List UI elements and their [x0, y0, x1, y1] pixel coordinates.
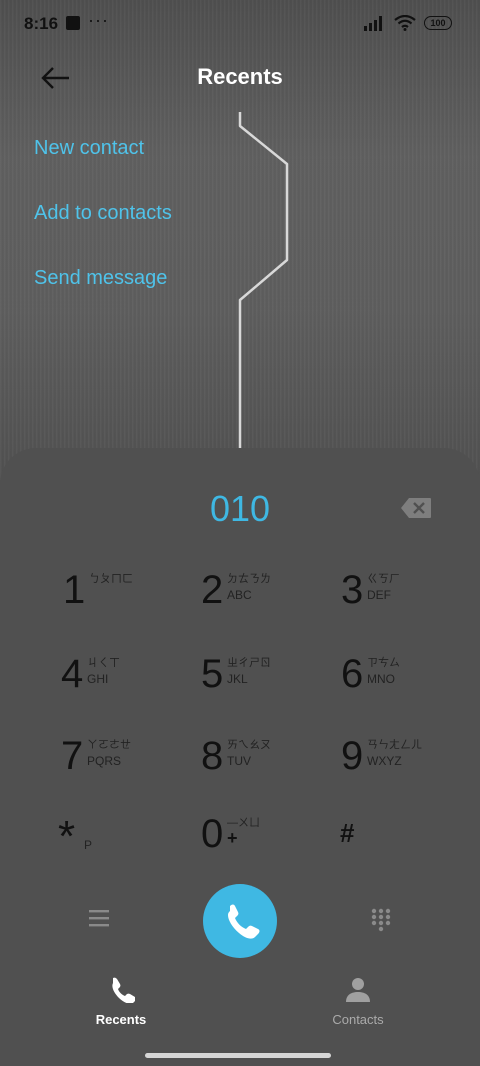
bottom-navigation: Recents Contacts: [0, 975, 480, 1035]
nav-tab-contacts[interactable]: Contacts: [298, 975, 418, 1027]
key-digit: 6: [341, 652, 364, 696]
key-5[interactable]: 5 ㄓㄔㄕㄖ JKL: [201, 652, 341, 712]
key-zhuyin: ㄉㄊㄋㄌ: [227, 573, 271, 585]
key-digit: 8: [201, 734, 224, 778]
status-indicators: 100: [364, 15, 452, 31]
key-letters: +: [227, 828, 238, 848]
phone-icon: [228, 904, 260, 939]
menu-icon[interactable]: [88, 908, 110, 928]
key-digit: *: [58, 812, 76, 861]
key-letters: JKL: [227, 672, 248, 686]
wifi-icon: [394, 15, 416, 31]
key-zhuyin: ㄐㄑㄒ: [87, 657, 120, 669]
nav-label-recents: Recents: [95, 1012, 147, 1027]
key-7[interactable]: 7 ㄚㄛㄜㄝ PQRS: [61, 734, 201, 794]
key-6[interactable]: 6 ㄗㄘㄙ MNO: [341, 652, 480, 712]
key-zhuyin: ㄢㄣㄤㄥㄦ: [367, 739, 422, 751]
key-letters: TUV: [227, 754, 251, 768]
key-0[interactable]: 0 —ㄨㄩ +: [201, 812, 341, 872]
key-letters: DEF: [367, 588, 391, 602]
key-digit: 0: [201, 812, 224, 856]
page-title: Recents: [197, 64, 283, 89]
dialpad-icon[interactable]: [370, 908, 392, 932]
key-zhuyin: ㄅㄆㄇㄈ: [89, 573, 133, 585]
key-digit: 4: [61, 652, 84, 696]
key-zhuyin: ㄚㄛㄜㄝ: [87, 739, 131, 751]
contacts-person-icon: [346, 978, 370, 1002]
key-1[interactable]: 1 ㄅㄆㄇㄈ: [63, 568, 203, 628]
key-8[interactable]: 8 ㄞㄟㄠㄡ TUV: [201, 734, 341, 794]
key-zhuyin: ㄓㄔㄕㄖ: [227, 657, 271, 669]
key-zhuyin: ㄗㄘㄙ: [367, 657, 400, 669]
key-letters: PQRS: [87, 754, 122, 768]
add-to-contacts-link[interactable]: Add to contacts: [34, 195, 172, 260]
call-button[interactable]: [203, 884, 277, 958]
key-digit: 1: [63, 568, 86, 612]
signal-icon: [364, 16, 382, 31]
key-digit: 3: [341, 568, 364, 612]
new-contact-link[interactable]: New contact: [34, 130, 172, 195]
key-2[interactable]: 2 ㄉㄊㄋㄌ ABC: [201, 568, 341, 628]
key-digit: 7: [61, 734, 84, 778]
status-time: 8:16: [24, 14, 59, 33]
battery-indicator: 100: [424, 16, 452, 30]
more-notifications-icon: ···: [88, 10, 109, 30]
phone-icon: [112, 977, 136, 1004]
key-digit: 9: [341, 734, 364, 778]
notification-app-icon: [66, 16, 80, 30]
key-letters: MNO: [367, 672, 395, 686]
key-letters: GHI: [87, 672, 109, 686]
nav-tab-recents[interactable]: Recents: [61, 975, 181, 1027]
key-letters: P: [84, 838, 93, 852]
key-digit: 2: [201, 568, 224, 612]
recents-action-menu: New contact Add to contacts Send message: [34, 130, 172, 325]
app-header: Recents: [0, 52, 480, 104]
key-9[interactable]: 9 ㄢㄣㄤㄥㄦ WXYZ: [341, 734, 480, 794]
key-4[interactable]: 4 ㄐㄑㄒ GHI: [61, 652, 201, 712]
key-digit: #: [340, 818, 355, 848]
send-message-link[interactable]: Send message: [34, 260, 172, 325]
key-zhuyin: ㄞㄟㄠㄡ: [227, 739, 271, 751]
key-star[interactable]: * P: [58, 812, 198, 876]
home-indicator[interactable]: [145, 1053, 331, 1058]
key-hash[interactable]: #: [340, 818, 480, 878]
key-zhuyin: ㄍㄎㄏ: [367, 573, 400, 585]
dialer-action-row: [0, 884, 480, 960]
key-letters: ABC: [227, 588, 252, 602]
key-letters: WXYZ: [367, 754, 402, 768]
status-bar: 8:16 ··· 100: [0, 0, 480, 48]
backspace-icon[interactable]: [400, 497, 432, 519]
nav-label-contacts: Contacts: [332, 1012, 384, 1027]
key-3[interactable]: 3 ㄍㄎㄏ DEF: [341, 568, 480, 628]
key-digit: 5: [201, 652, 224, 696]
